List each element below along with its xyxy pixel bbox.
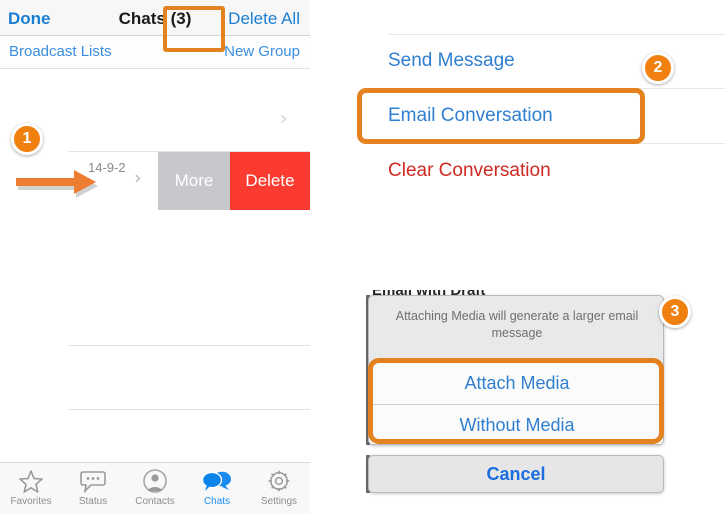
step-badge-3: 3 bbox=[659, 296, 691, 328]
tab-label: Status bbox=[78, 496, 108, 507]
menu-item-send-message[interactable]: Send Message bbox=[388, 50, 515, 72]
tab-settings[interactable]: Settings bbox=[249, 468, 309, 507]
tab-label: Settings bbox=[260, 496, 298, 507]
star-icon bbox=[1, 468, 61, 494]
person-icon bbox=[125, 468, 185, 494]
swipe-direction-arrow-icon bbox=[16, 168, 124, 204]
sub-action-bar: Broadcast Lists New Group bbox=[0, 37, 310, 69]
tab-chats[interactable]: Chats bbox=[187, 468, 247, 507]
menu-separator bbox=[388, 34, 725, 35]
gear-icon bbox=[249, 468, 309, 494]
tab-contacts[interactable]: Contacts bbox=[125, 468, 185, 507]
new-group-button[interactable]: New Group bbox=[224, 43, 300, 60]
status-bubble-icon bbox=[63, 468, 123, 494]
sheet-message: Attaching Media will generate a larger e… bbox=[395, 309, 639, 340]
delete-button[interactable]: Delete bbox=[230, 152, 310, 210]
step-badge-1: 1 bbox=[11, 123, 43, 155]
tab-bar: Favorites Status Contacts Chats Settings bbox=[0, 462, 310, 514]
chat-list-row[interactable]: › bbox=[0, 70, 310, 130]
screenshot-root: Done Chats (3) Delete All Broadcast List… bbox=[0, 0, 725, 514]
tab-favorites[interactable]: Favorites bbox=[1, 468, 61, 507]
tab-label: Chats bbox=[203, 496, 231, 507]
chevron-right-icon: › bbox=[280, 106, 288, 130]
menu-item-clear-conversation[interactable]: Clear Conversation bbox=[388, 160, 551, 182]
chevron-right-icon: › bbox=[134, 167, 142, 189]
chats-list-panel: Done Chats (3) Delete All Broadcast List… bbox=[0, 0, 310, 514]
tab-status[interactable]: Status bbox=[63, 468, 123, 507]
row-separator bbox=[68, 345, 310, 346]
more-button[interactable]: More bbox=[158, 152, 230, 210]
cancel-button[interactable]: Cancel bbox=[368, 455, 664, 493]
chats-bubbles-icon bbox=[187, 468, 247, 494]
tab-label: Contacts bbox=[135, 496, 175, 507]
highlight-box-media-options bbox=[368, 358, 664, 444]
step-badge-2: 2 bbox=[642, 52, 674, 84]
highlight-box-email-conversation bbox=[357, 88, 645, 144]
delete-all-button[interactable]: Delete All bbox=[228, 9, 300, 29]
broadcast-lists-button[interactable]: Broadcast Lists bbox=[9, 43, 112, 60]
navigation-bar: Done Chats (3) Delete All bbox=[0, 0, 310, 36]
row-separator bbox=[68, 409, 310, 410]
media-action-sheet: Email with Draft Attaching Media will ge… bbox=[366, 290, 666, 500]
tab-label: Favorites bbox=[10, 496, 52, 507]
